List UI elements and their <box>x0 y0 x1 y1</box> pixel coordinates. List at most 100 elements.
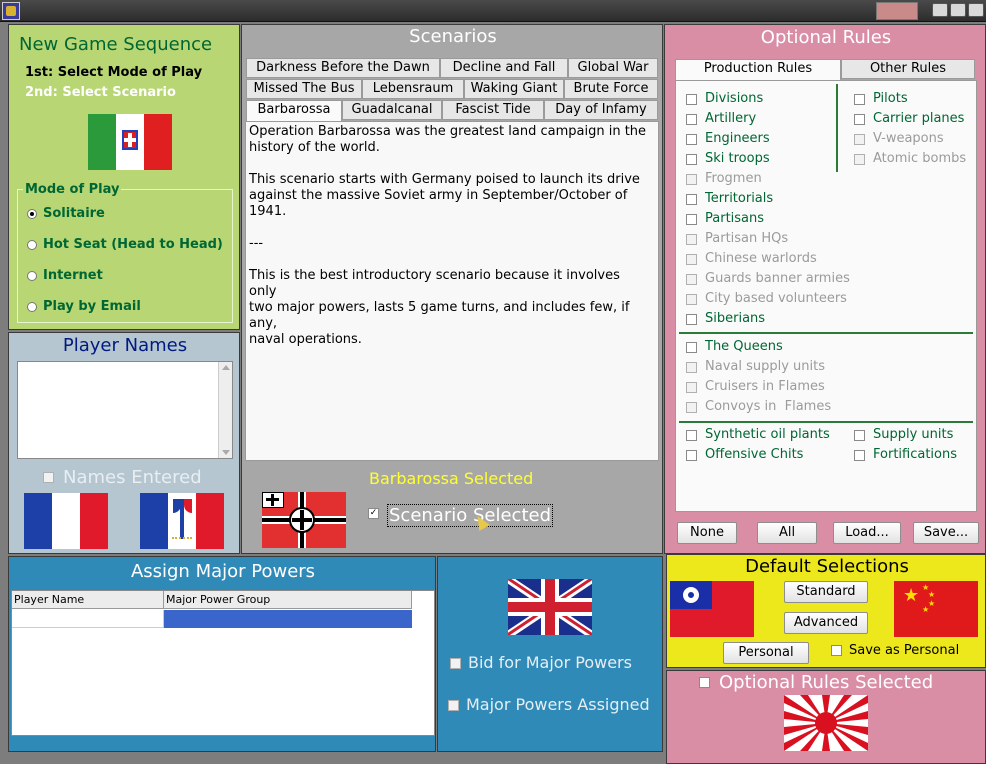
rule-label[interactable]: Cruisers in Flames <box>705 379 825 394</box>
rule-label[interactable]: Naval supply units <box>705 359 825 374</box>
rule-label[interactable]: Siberians <box>705 311 765 326</box>
table-row[interactable] <box>12 610 164 628</box>
tab-darkness-before-the-dawn[interactable]: Darkness Before the Dawn <box>246 58 440 78</box>
mode-internet-label[interactable]: Internet <box>43 268 103 283</box>
rule-label[interactable]: Pilots <box>873 91 908 106</box>
rule-checkbox[interactable] <box>686 214 697 225</box>
save-button[interactable]: Save... <box>913 522 979 544</box>
tab-global-war[interactable]: Global War <box>568 58 658 78</box>
major-powers-assigned-checkbox[interactable] <box>448 700 459 711</box>
player-names-textarea[interactable] <box>17 361 233 459</box>
radio-internet[interactable] <box>27 271 37 281</box>
window-title-bar <box>0 0 986 22</box>
rule-checkbox[interactable] <box>686 94 697 105</box>
personal-button[interactable]: Personal <box>723 642 809 664</box>
rule-label[interactable]: Engineers <box>705 131 770 146</box>
rule-label[interactable]: Convoys in Flames <box>705 399 831 414</box>
maximize-button[interactable] <box>950 3 966 17</box>
mode-solitaire-label[interactable]: Solitaire <box>43 206 105 221</box>
rule-label[interactable]: Chinese warlords <box>705 251 817 266</box>
mode-hot-seat-label[interactable]: Hot Seat (Head to Head) <box>43 237 223 252</box>
rule-checkbox[interactable] <box>686 134 697 145</box>
new-game-title: New Game Sequence <box>19 34 213 55</box>
rule-checkbox[interactable] <box>686 362 697 373</box>
rule-checkbox[interactable] <box>686 154 697 165</box>
tab-lebensraum[interactable]: Lebensraum <box>362 79 464 99</box>
assign-powers-table: Player Name Major Power Group <box>11 590 435 736</box>
save-as-personal-checkbox[interactable] <box>831 645 842 656</box>
rule-label[interactable]: Frogmen <box>705 171 762 186</box>
rule-checkbox[interactable] <box>686 114 697 125</box>
rule-label[interactable]: Supply units <box>873 427 953 442</box>
close-button[interactable] <box>968 3 984 17</box>
assign-powers-title: Assign Major Powers <box>130 561 316 582</box>
rule-label[interactable]: Partisan HQs <box>705 231 788 246</box>
rule-label[interactable]: Ski troops <box>705 151 770 166</box>
radio-hot-seat[interactable] <box>27 240 37 250</box>
rule-label[interactable]: Territorials <box>705 191 773 206</box>
rule-checkbox[interactable] <box>686 450 697 461</box>
radio-play-by-email[interactable] <box>27 302 37 312</box>
scenario-selected-checkbox[interactable]: ✓ <box>368 508 379 519</box>
names-entered-checkbox[interactable] <box>43 472 54 483</box>
tab-decline-and-fall[interactable]: Decline and Fall <box>440 58 568 78</box>
rule-label[interactable]: Guards banner armies <box>705 271 850 286</box>
tab-missed-the-bus[interactable]: Missed The Bus <box>246 79 362 99</box>
mode-of-play-label: Mode of Play <box>23 182 122 197</box>
rule-label[interactable]: The Queens <box>705 339 783 354</box>
tab-guadalcanal[interactable]: Guadalcanal <box>342 100 442 120</box>
bid-major-powers-checkbox[interactable] <box>450 658 461 669</box>
rule-checkbox[interactable] <box>686 430 697 441</box>
tab-day-of-infamy[interactable]: Day of Infamy <box>544 100 658 120</box>
none-button[interactable]: None <box>677 522 737 544</box>
rule-label[interactable]: City based volunteers <box>705 291 847 306</box>
tab-production-rules[interactable]: Production Rules <box>675 59 841 81</box>
rule-label[interactable]: Partisans <box>705 211 764 226</box>
optional-rules-selected-checkbox[interactable] <box>699 677 710 688</box>
minimize-button[interactable] <box>932 3 948 17</box>
advanced-button[interactable]: Advanced <box>784 612 868 634</box>
column-header-player-name[interactable]: Player Name <box>12 591 164 609</box>
rule-checkbox[interactable] <box>686 274 697 285</box>
rule-checkbox[interactable] <box>686 314 697 325</box>
tab-brute-force[interactable]: Brute Force <box>564 79 658 99</box>
rule-checkbox[interactable] <box>686 194 697 205</box>
rule-checkbox[interactable] <box>686 402 697 413</box>
rule-checkbox[interactable] <box>854 430 865 441</box>
rule-checkbox[interactable] <box>686 294 697 305</box>
rule-label[interactable]: Offensive Chits <box>705 447 803 462</box>
rules-divider-vertical <box>836 84 838 172</box>
table-row-selected-cell[interactable] <box>164 610 412 628</box>
rule-label[interactable]: Atomic bombs <box>873 151 966 166</box>
standard-button[interactable]: Standard <box>784 581 868 603</box>
rule-checkbox[interactable] <box>686 234 697 245</box>
rule-label[interactable]: Fortifications <box>873 447 957 462</box>
mode-play-by-email-label[interactable]: Play by Email <box>43 299 141 314</box>
tab-waking-giant[interactable]: Waking Giant <box>464 79 564 99</box>
tab-barbarossa[interactable]: Barbarossa <box>246 100 342 122</box>
scenario-selected-label[interactable]: Scenario Selected <box>387 504 553 527</box>
rule-label[interactable]: Artillery <box>705 111 756 126</box>
tab-fascist-tide[interactable]: Fascist Tide <box>442 100 544 120</box>
rule-checkbox[interactable] <box>854 154 865 165</box>
rule-checkbox[interactable] <box>686 174 697 185</box>
all-button[interactable]: All <box>757 522 817 544</box>
rule-label[interactable]: Synthetic oil plants <box>705 427 830 442</box>
rule-checkbox[interactable] <box>854 114 865 125</box>
rule-checkbox[interactable] <box>854 450 865 461</box>
rule-label[interactable]: V-weapons <box>873 131 944 146</box>
rule-checkbox[interactable] <box>686 342 697 353</box>
rule-checkbox[interactable] <box>854 134 865 145</box>
textarea-scrollbar[interactable] <box>218 362 232 458</box>
rule-checkbox[interactable] <box>686 254 697 265</box>
rule-checkbox[interactable] <box>854 94 865 105</box>
rule-checkbox[interactable] <box>686 382 697 393</box>
radio-solitaire[interactable] <box>27 209 37 219</box>
scenario-selected-status: Barbarossa Selected <box>369 469 534 488</box>
tab-other-rules[interactable]: Other Rules <box>841 59 975 79</box>
rule-label[interactable]: Divisions <box>705 91 763 106</box>
rule-label[interactable]: Carrier planes <box>873 111 964 126</box>
column-header-major-power-group[interactable]: Major Power Group <box>164 591 412 609</box>
default-selections-title: Default Selections <box>745 556 909 577</box>
load-button[interactable]: Load... <box>833 522 901 544</box>
